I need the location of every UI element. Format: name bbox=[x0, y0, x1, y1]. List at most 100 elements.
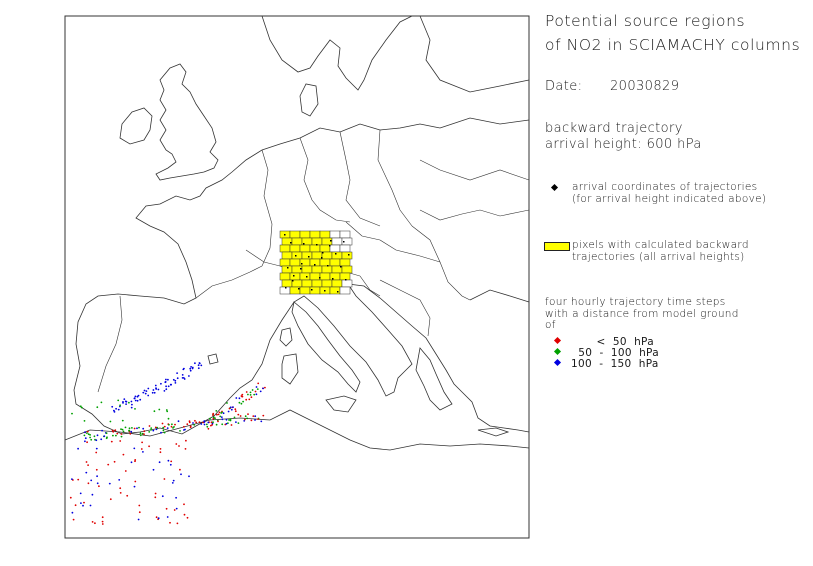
trajectory-step-dot bbox=[188, 375, 190, 377]
trajectory-step-dot bbox=[138, 426, 140, 429]
trajectory-pixel bbox=[321, 265, 333, 274]
trajectory-step-dot bbox=[262, 387, 264, 390]
trajectory-pixel bbox=[331, 237, 343, 246]
trajectory-step-dot bbox=[154, 492, 157, 495]
trajectory-step-dot bbox=[116, 432, 119, 435]
legend-step-blue: 100 - 150 hPa bbox=[545, 358, 745, 370]
trajectory-step-dot bbox=[152, 429, 155, 432]
trajectory-step-dot bbox=[103, 435, 106, 438]
arrival-point bbox=[292, 280, 294, 282]
trajectory-step-dot bbox=[219, 415, 222, 418]
trajectory-step-dot bbox=[183, 513, 186, 516]
trajectory-step-dot bbox=[188, 475, 190, 478]
trajectory-step-dot bbox=[107, 463, 110, 466]
trajectory-step-dot bbox=[264, 386, 266, 389]
trajectory-step-dot bbox=[250, 396, 253, 399]
trajectory-step-dot bbox=[141, 441, 144, 444]
trajectory-step-dot bbox=[95, 447, 98, 450]
trajectory-step-dot bbox=[90, 479, 93, 482]
trajectory-step-dot bbox=[90, 438, 93, 441]
arrival-point bbox=[327, 265, 329, 267]
trajectory-step-dot bbox=[245, 391, 248, 393]
arrival-point bbox=[290, 242, 292, 244]
trajectory-step-dot bbox=[117, 408, 120, 411]
trajectory-step-dot bbox=[256, 388, 259, 390]
arrival-point bbox=[314, 264, 316, 266]
trajectory-step-dot bbox=[82, 504, 84, 507]
trajectory-step-dot bbox=[206, 425, 209, 428]
trajectory-step-dot bbox=[134, 480, 137, 483]
trajectory-pixel bbox=[299, 272, 311, 281]
trajectory-step-dot bbox=[120, 428, 122, 430]
trajectory-step-dot bbox=[105, 432, 108, 435]
trajectory-step-dot bbox=[242, 400, 245, 403]
trajectory-step-dot bbox=[240, 402, 243, 405]
arrival-point bbox=[285, 287, 287, 289]
trajectory-step-dot bbox=[96, 406, 99, 409]
trajectory-step-dot bbox=[87, 482, 90, 485]
trajectory-step-dot bbox=[84, 431, 86, 434]
trajectory-step-dot bbox=[260, 420, 263, 423]
trajectory-step-dot bbox=[247, 393, 249, 396]
trajectory-step-dot bbox=[84, 437, 87, 440]
trajectory-step-dot bbox=[160, 382, 162, 385]
trajectory-step-dot bbox=[161, 495, 164, 498]
trajectory-step-dot bbox=[72, 518, 75, 521]
trajectory-pixel bbox=[301, 279, 313, 288]
trajectory-step-dot bbox=[230, 424, 233, 426]
trajectory-step-dot bbox=[101, 516, 104, 519]
trajectory-step-dot bbox=[163, 425, 166, 428]
trajectory-step-dot bbox=[113, 411, 116, 413]
legend-steps-intro: four hourly trajectory time steps with a… bbox=[545, 296, 739, 331]
trajectory-step-dot bbox=[154, 384, 157, 387]
trajectory-step-dot bbox=[143, 433, 145, 436]
arrival-point bbox=[345, 279, 347, 281]
trajectory-pixel bbox=[329, 258, 341, 267]
trajectory-step-dot bbox=[172, 479, 175, 482]
trajectory-step-dot bbox=[119, 487, 122, 490]
trajectory-step-dot bbox=[209, 417, 211, 420]
trajectory-step-dot bbox=[131, 427, 133, 429]
trajectory-step-dot bbox=[225, 418, 228, 421]
trajectory-step-dot bbox=[190, 366, 193, 368]
trajectory-step-dot bbox=[158, 408, 161, 411]
trajectory-step-dot bbox=[177, 420, 180, 423]
trajectory-pixel bbox=[331, 279, 343, 288]
trajectory-step-dot bbox=[121, 419, 124, 422]
trajectory-step-dot bbox=[244, 415, 247, 418]
trajectory-pixel bbox=[321, 279, 333, 288]
trajectory-step-dot bbox=[169, 521, 171, 524]
trajectory-step-dot bbox=[165, 388, 168, 391]
trajectory-step-dot bbox=[118, 479, 121, 481]
trajectory-step-dot bbox=[112, 430, 115, 433]
trajectory-step-dot bbox=[101, 429, 103, 432]
trajectory-step-dot bbox=[137, 518, 140, 521]
trajectory-pixel bbox=[281, 251, 293, 260]
trajectory-step-dot bbox=[241, 393, 244, 396]
trajectory-step-dot bbox=[194, 362, 196, 365]
trajectory-step-dot bbox=[109, 498, 112, 501]
arrival-point bbox=[301, 263, 303, 265]
trajectory-step-dot bbox=[172, 427, 174, 429]
trajectory-step-dot bbox=[115, 407, 117, 410]
trajectory-step-dot bbox=[110, 440, 113, 443]
trajectory-step-dot bbox=[253, 393, 256, 396]
trajectory-step-dot bbox=[71, 478, 73, 480]
trajectory-step-dot bbox=[134, 460, 136, 463]
trajectory-step-dot bbox=[188, 421, 191, 424]
trajectory-step-dot bbox=[175, 443, 178, 445]
legend-step-label: 100 - 150 hPa bbox=[571, 358, 659, 370]
arrival-point bbox=[303, 243, 305, 245]
arrival-point bbox=[319, 277, 321, 279]
trajectory-step-dot bbox=[159, 448, 162, 450]
trajectory-pixel bbox=[311, 279, 323, 288]
trajectory-pixel bbox=[339, 230, 351, 239]
trajectory-step-dot bbox=[154, 496, 157, 499]
arrival-point bbox=[308, 256, 310, 258]
trajectory-step-dot bbox=[184, 448, 187, 450]
trajectory-pixel bbox=[279, 272, 291, 281]
trajectory-step-dot bbox=[251, 389, 254, 391]
trajectory-step-dot bbox=[86, 430, 89, 433]
trajectory-step-dot bbox=[147, 394, 150, 397]
trajectory-pixel bbox=[339, 286, 351, 295]
